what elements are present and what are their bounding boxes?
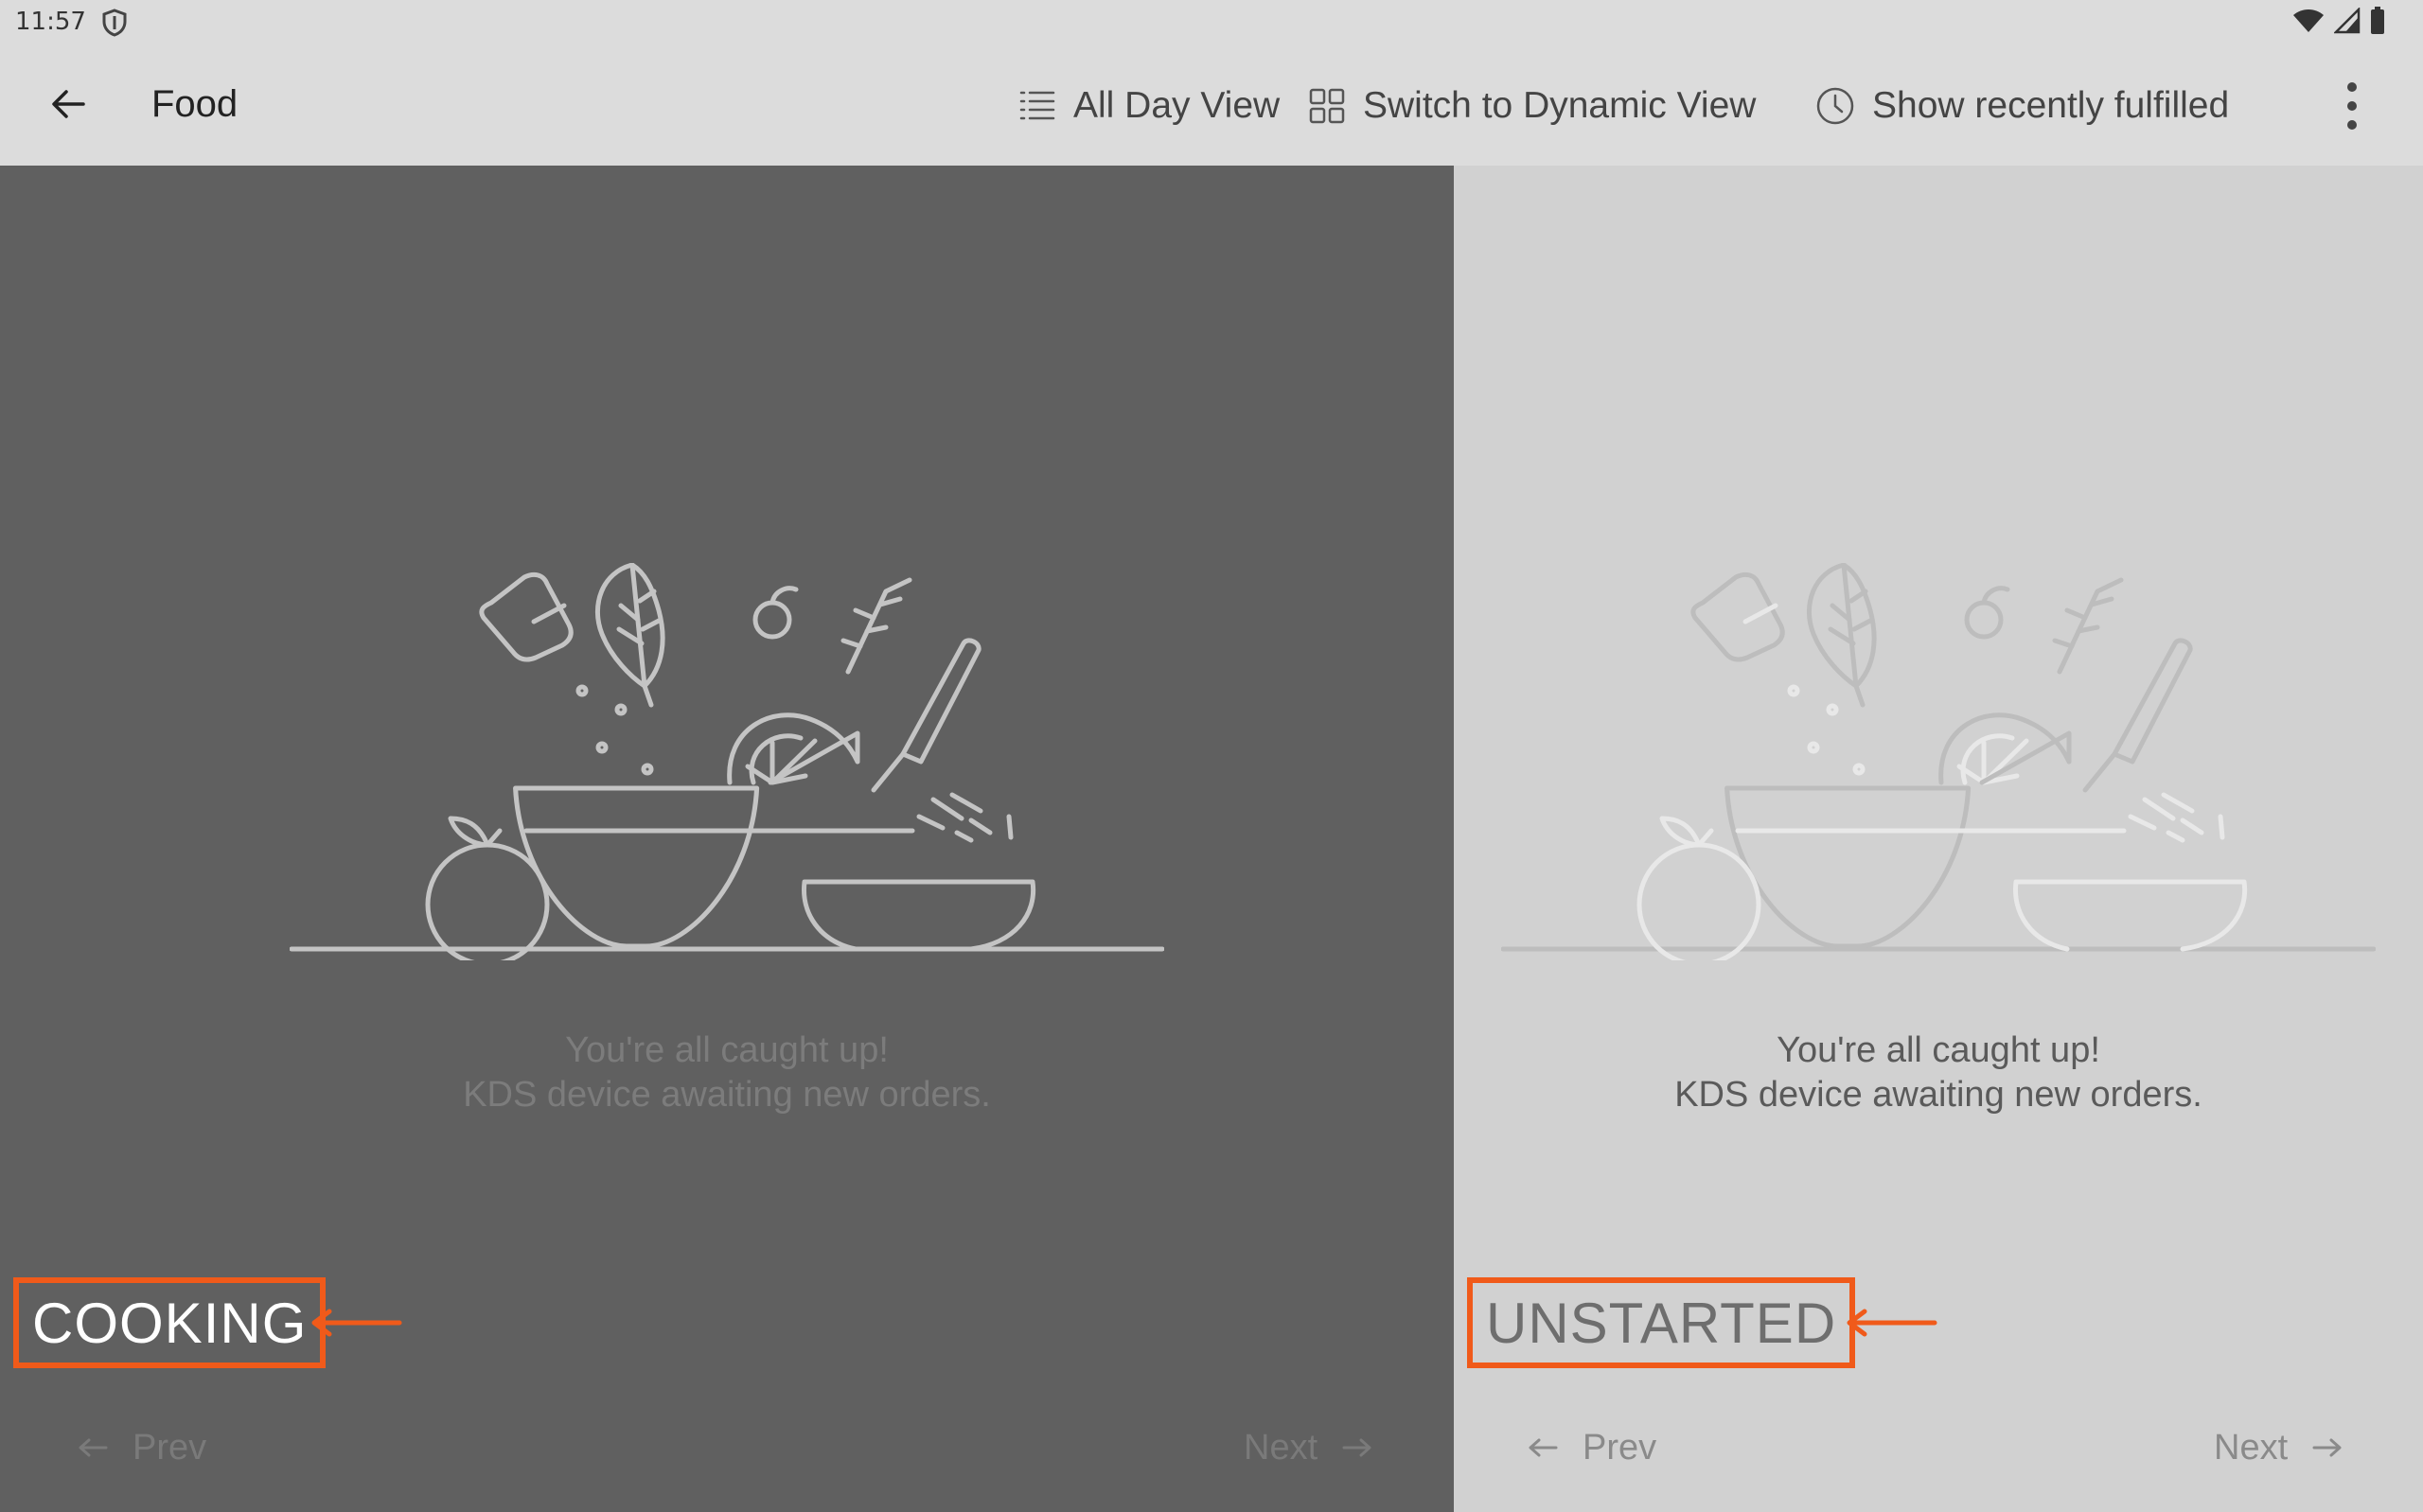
- empty-state-subtitle: KDS device awaiting new orders.: [1674, 1075, 2202, 1115]
- prev-button[interactable]: Prev: [78, 1419, 206, 1476]
- empty-state-message: You're all caught up! KDS device awaitin…: [0, 1029, 1454, 1117]
- clock-icon: [1816, 87, 1854, 125]
- more-vert-icon: [2347, 82, 2357, 130]
- switch-dynamic-view-label: Switch to Dynamic View: [1363, 85, 1757, 126]
- empty-kitchen-illustration: [290, 563, 1164, 960]
- prev-label: Prev: [133, 1427, 207, 1468]
- cell-signal-icon: [2332, 6, 2361, 39]
- wifi-icon: [2292, 8, 2325, 39]
- overflow-menu-button[interactable]: [2328, 76, 2376, 136]
- next-label: Next: [1244, 1427, 1318, 1468]
- show-recently-fulfilled-label: Show recently fulfilled: [1872, 85, 2230, 126]
- arrow-right-icon: [2312, 1438, 2342, 1457]
- show-recently-fulfilled-button[interactable]: Show recently fulfilled: [1815, 79, 2229, 132]
- status-time: 11:57: [15, 8, 86, 36]
- next-label: Next: [2214, 1427, 2289, 1468]
- annotation-arrow-icon: [311, 1309, 402, 1337]
- back-arrow-icon: [52, 90, 85, 118]
- grid-icon: [1309, 88, 1345, 124]
- annotation-arrow-icon: [1847, 1309, 1937, 1337]
- back-button[interactable]: [38, 74, 98, 134]
- prev-label: Prev: [1583, 1427, 1657, 1468]
- arrow-left-icon: [79, 1438, 108, 1457]
- cooking-column: You're all caught up! KDS device awaitin…: [0, 166, 1454, 1512]
- prev-button[interactable]: Prev: [1528, 1419, 1656, 1476]
- status-bar: 11:57: [0, 0, 2423, 45]
- empty-state-title: You're all caught up!: [565, 1030, 889, 1070]
- arrow-left-icon: [1529, 1438, 1558, 1457]
- all-day-view-button[interactable]: All Day View: [1018, 79, 1280, 132]
- all-day-view-label: All Day View: [1073, 85, 1281, 126]
- column-status-label: UNSTARTED: [1467, 1277, 1856, 1368]
- column-status-label: COOKING: [13, 1277, 327, 1368]
- list-icon: [1019, 91, 1055, 120]
- next-button[interactable]: Next: [1244, 1419, 1372, 1476]
- shield-icon: [100, 8, 129, 38]
- battery-icon: [2370, 6, 2385, 40]
- arrow-right-icon: [1342, 1438, 1371, 1457]
- app-bar: Food All Day View Switch to Dynamic View…: [0, 45, 2423, 166]
- page-title: Food: [151, 83, 239, 125]
- next-button[interactable]: Next: [2214, 1419, 2343, 1476]
- empty-state-title: You're all caught up!: [1777, 1030, 2100, 1070]
- empty-state-subtitle: KDS device awaiting new orders.: [463, 1075, 991, 1115]
- status-icons: [2292, 6, 2385, 40]
- empty-kitchen-illustration: [1501, 563, 2376, 960]
- empty-state-message: You're all caught up! KDS device awaitin…: [1454, 1029, 2423, 1117]
- switch-dynamic-view-button[interactable]: Switch to Dynamic View: [1308, 79, 1756, 132]
- unstarted-column: You're all caught up! KDS device awaitin…: [1454, 166, 2423, 1512]
